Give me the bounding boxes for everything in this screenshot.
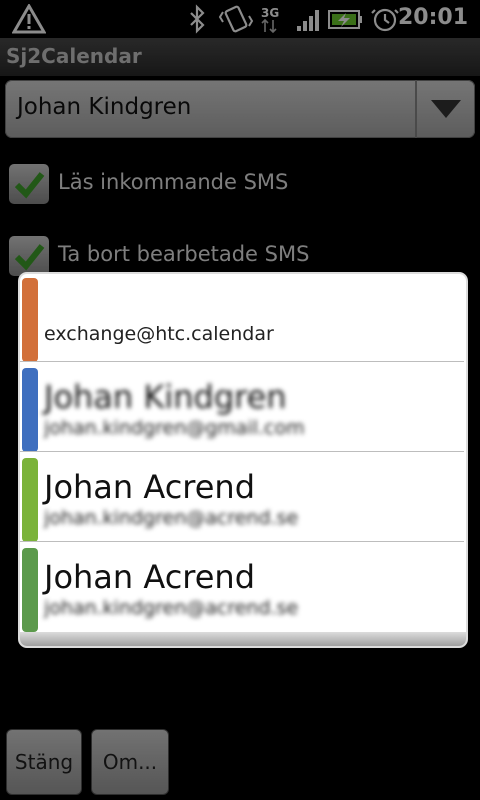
divider [20,451,464,452]
calendar-item-email: johan.kindgren@acrend.se [44,507,299,529]
calendar-color-bar [22,548,38,632]
calendar-color-bar [22,278,38,362]
calendar-item-email: johan.kindgren@acrend.se [44,597,299,619]
calendar-item[interactable]: Johan Acrend johan.kindgren@acrend.se [20,544,466,632]
calendar-item-email: johan.kindgren@gmail.com [44,417,305,439]
calendar-item-name: Johan Acrend [44,558,256,596]
divider [20,541,464,542]
calendar-item[interactable]: Johan Kindgren johan.kindgren@gmail.com [20,364,466,452]
calendar-item[interactable]: Johan Acrend johan.kindgren@acrend.se [20,454,466,542]
dialog-footer [20,632,466,646]
calendar-color-bar [22,368,38,452]
calendar-item[interactable]: exchange@htc.calendar [20,274,466,362]
calendar-picker-dialog: exchange@htc.calendar Johan Kindgren joh… [18,272,468,648]
calendar-item-email: exchange@htc.calendar [44,323,274,345]
calendar-item-name: Johan Kindgren [44,378,287,416]
calendar-item-name: Johan Acrend [44,468,256,506]
divider [20,361,464,362]
calendar-color-bar [22,458,38,542]
